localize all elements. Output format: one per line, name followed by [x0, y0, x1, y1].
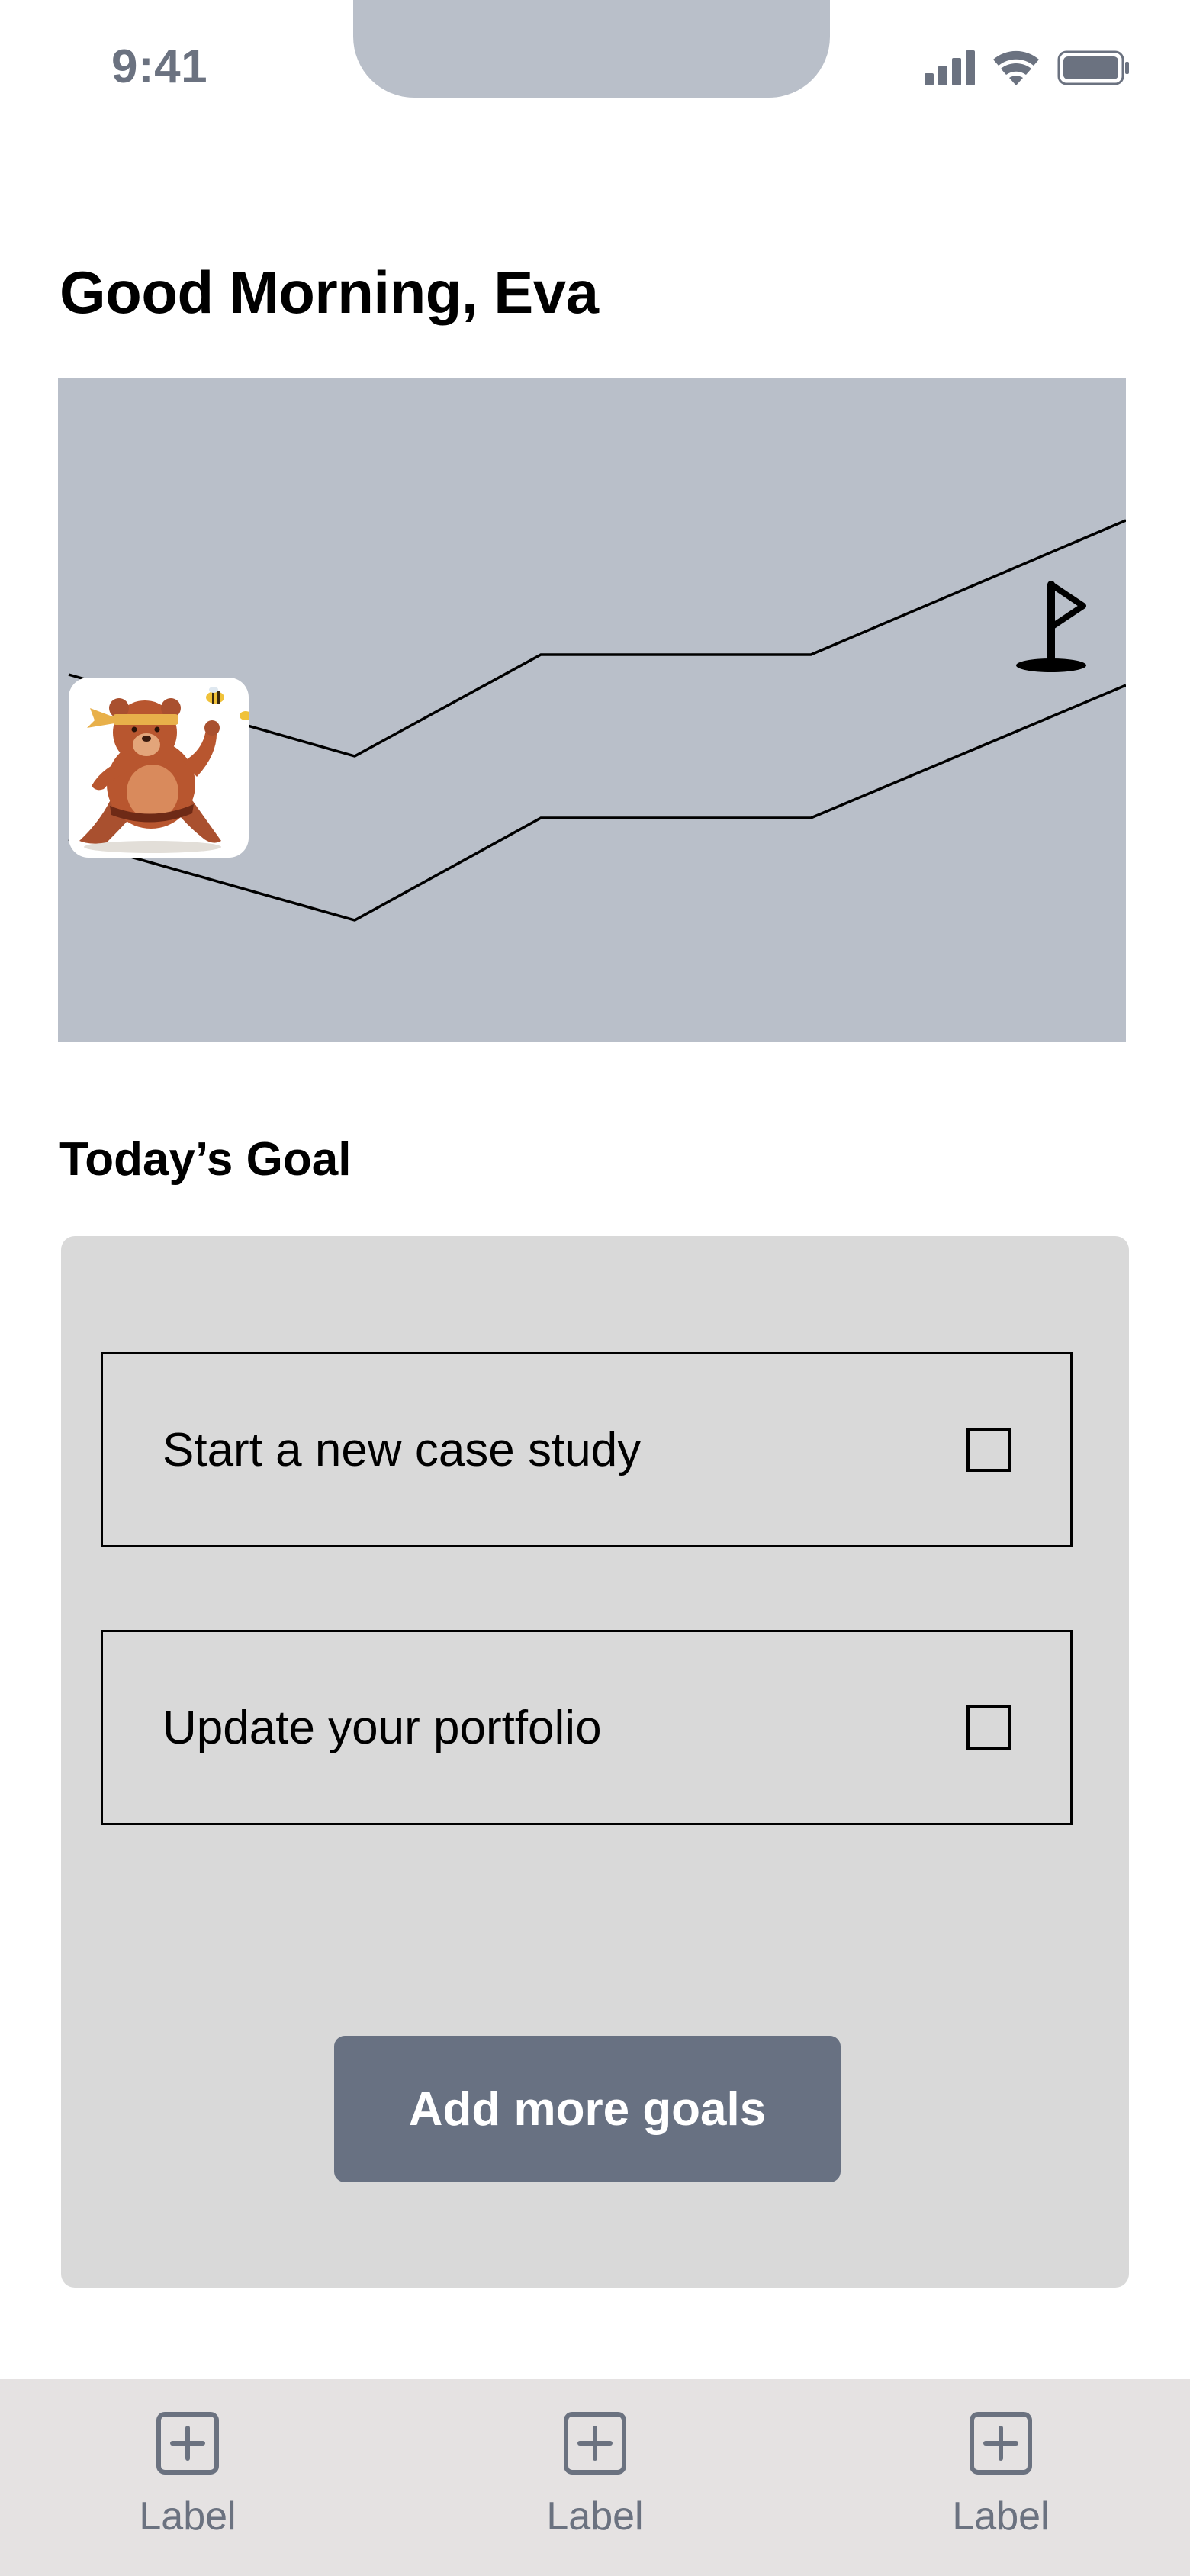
add-more-goals-button[interactable]: Add more goals [334, 2036, 841, 2182]
cellular-signal-icon [925, 50, 975, 85]
todays-goal-heading: Today’s Goal [60, 1133, 352, 1186]
tab-label: Label [139, 2494, 236, 2539]
tab-item-2[interactable]: Label [511, 2411, 679, 2556]
battery-icon [1057, 50, 1129, 85]
goal-checkbox[interactable] [966, 1705, 1011, 1750]
greeting-heading: Good Morning, Eva [60, 259, 599, 326]
todays-goal-card: Start a new case study Update your portf… [61, 1236, 1129, 2288]
progress-path-map [58, 378, 1126, 1042]
wifi-icon [993, 50, 1039, 85]
plus-square-icon [970, 2412, 1032, 2475]
goal-item-portfolio[interactable]: Update your portfolio [101, 1630, 1073, 1825]
tab-label: Label [952, 2494, 1050, 2539]
bottom-tab-bar: Label Label Label [0, 2379, 1190, 2576]
status-time: 9:41 [111, 40, 208, 93]
goal-item-case-study[interactable]: Start a new case study [101, 1352, 1073, 1547]
bear-mascot-icon [79, 687, 249, 853]
plus-square-icon [564, 2412, 626, 2475]
goal-checkbox[interactable] [966, 1428, 1011, 1472]
flag-icon [1016, 581, 1086, 672]
bear-mascot-avatar [69, 678, 249, 858]
goal-label: Update your portfolio [162, 1701, 602, 1754]
device-notch [353, 0, 830, 98]
plus-square-icon [156, 2412, 219, 2475]
tab-item-1[interactable]: Label [104, 2411, 272, 2556]
status-icons [925, 50, 1129, 85]
home-screen: 9:41 Good Morning, Eva Today’s Goal Star… [0, 0, 1190, 2576]
goal-label: Start a new case study [162, 1423, 642, 1476]
tab-label: Label [546, 2494, 644, 2539]
tab-item-3[interactable]: Label [917, 2411, 1085, 2556]
